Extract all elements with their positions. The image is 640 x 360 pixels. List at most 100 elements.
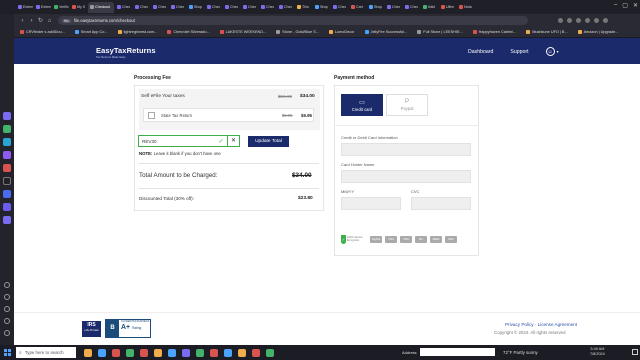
back-icon[interactable]: ‹ [18, 18, 27, 24]
taskbar-app-icon[interactable] [252, 348, 260, 357]
taskbar-search[interactable]: ⌕ Type here to search [16, 347, 76, 358]
browser-tab[interactable]: Chec [277, 2, 294, 13]
bookmark-item[interactable]: Happyhaven Cabrini... [472, 30, 516, 34]
bookmark-item[interactable]: Full Stone | LEESHIE... [417, 30, 463, 34]
sidebar-app-icon[interactable] [3, 216, 11, 224]
browser-tab[interactable]: Chec [385, 2, 402, 13]
paypal-tab[interactable]: P Paypal [386, 94, 428, 116]
browser-tab[interactable]: Extensio [16, 2, 33, 13]
browser-tab[interactable]: Shop [367, 2, 384, 13]
browser-tab[interactable]: Verific [52, 2, 69, 13]
browser-tab[interactable]: Nota [457, 2, 474, 13]
taskbar-app-icon[interactable] [168, 348, 176, 357]
state-return-checkbox[interactable] [148, 112, 155, 119]
sidebar-app-icon[interactable] [3, 138, 11, 146]
credit-card-tab[interactable]: ▭ Credit card [341, 94, 383, 116]
browser-tab[interactable]: Chec [223, 2, 240, 13]
bookmark-item[interactable]: LumoDecor [328, 30, 355, 34]
browser-tab[interactable]: Chec [241, 2, 258, 13]
taskbar-app-icon[interactable] [210, 348, 218, 357]
sidebar-app-icon[interactable] [3, 125, 11, 133]
taskbar-app-icon[interactable] [98, 348, 106, 357]
chevron-down-icon[interactable]: ▾ [557, 49, 559, 54]
bookmark-item[interactable]: Smart App Co... [74, 30, 108, 34]
notification-icon[interactable] [632, 349, 638, 355]
taskbar-address-input[interactable] [419, 348, 495, 356]
update-total-button[interactable]: Update Total [248, 136, 289, 147]
browser-tab[interactable]: Chec [169, 2, 186, 13]
bookmark-item[interactable]: lightreginvest.com... [117, 30, 157, 34]
taskbar-app-icon[interactable] [196, 348, 204, 357]
extension-icon[interactable] [594, 18, 599, 23]
taskbar-app-icon[interactable] [84, 348, 92, 357]
card-number-input[interactable] [341, 143, 471, 156]
taskbar-app-icon[interactable] [126, 348, 134, 357]
browser-tab[interactable]: Shop [313, 2, 330, 13]
url-input[interactable]: fttc file.easytaxreturns.com/checkout [58, 16, 528, 25]
taskbar-app-icon[interactable] [140, 348, 148, 357]
expiry-input[interactable] [341, 197, 401, 210]
site-logo[interactable]: EasyTaxReturns Tax Returns Made Easy [96, 46, 156, 59]
reload-icon[interactable]: ↻ [36, 17, 45, 24]
browser-tab[interactable]: Checkout [88, 1, 114, 13]
browser-tab[interactable]: Shop [187, 2, 204, 13]
sidebar-app-icon[interactable] [3, 203, 11, 211]
bookmark-item[interactable]: Amazon | Upgrade... [577, 30, 618, 34]
extension-icon[interactable] [567, 18, 572, 23]
browser-tab[interactable]: My S [70, 2, 87, 13]
bookmark-item[interactable]: LAKESTE WEEKEND... [219, 30, 266, 34]
weather-widget[interactable]: 72°F Partly sunny [503, 350, 538, 355]
sidebar-app-icon[interactable] [3, 190, 11, 198]
taskbar-app-icon[interactable] [238, 348, 246, 357]
maximize-icon[interactable]: ▢ [622, 2, 628, 9]
footer-links[interactable]: Privacy Policy · License Agreement [505, 322, 577, 327]
browser-tab[interactable]: Cart [349, 2, 366, 13]
browser-tab[interactable]: Chec [259, 2, 276, 13]
bookmark-item[interactable]: Stone - Gold/Blue S... [276, 30, 319, 34]
extension-icon[interactable] [585, 18, 590, 23]
sidebar-app-icon[interactable] [3, 112, 11, 120]
user-avatar-icon[interactable]: ☺ [545, 47, 555, 56]
taskbar-app-icon[interactable] [182, 348, 190, 357]
browser-tab[interactable]: Chec [205, 2, 222, 13]
cvc-input[interactable] [411, 197, 471, 210]
browser-tab[interactable]: Ultim [439, 2, 456, 13]
taskbar-app-icon[interactable] [224, 348, 232, 357]
browser-tab[interactable]: This [295, 2, 312, 13]
taskbar-app-icon[interactable] [266, 348, 274, 357]
bookmark-item[interactable]: Mushkune UFO | B... [526, 30, 568, 34]
nav-support[interactable]: Support [510, 49, 528, 55]
bookmark-item[interactable]: JellyFire Successful... [364, 30, 407, 34]
forward-icon[interactable]: › [27, 18, 36, 24]
extension-icon[interactable] [558, 18, 563, 23]
sidebar-app-icon[interactable] [3, 164, 11, 172]
taskbar-app-icon[interactable] [112, 348, 120, 357]
promo-code-input[interactable] [139, 136, 215, 146]
clear-promo-icon[interactable]: ✕ [227, 136, 239, 146]
browser-tab[interactable]: Chec [403, 2, 420, 13]
history-icon[interactable] [4, 294, 10, 300]
settings-icon[interactable] [4, 318, 10, 324]
bbb-rating-badge[interactable]: B ACCREDITED BUSINESS A+ Rating [105, 319, 151, 338]
taskbar-app-icon[interactable] [154, 348, 162, 357]
sidebar-app-icon[interactable] [3, 151, 11, 159]
bookmark-item[interactable]: Chevrolet Silverado... [167, 30, 210, 34]
extension-icon[interactable] [603, 18, 608, 23]
sidebar-app-icon[interactable] [3, 177, 11, 185]
browser-tab[interactable]: Kábl [421, 2, 438, 13]
browser-tab[interactable]: Chec [115, 2, 132, 13]
system-clock[interactable]: 3:49 AM 7/8/2024 [590, 347, 605, 357]
card-holder-input[interactable] [341, 170, 471, 183]
minimize-icon[interactable]: – [614, 2, 617, 9]
bookmark-item[interactable]: CRVfinder s addiDou... [20, 30, 65, 34]
browser-tab[interactable]: Chec [151, 2, 168, 13]
close-icon[interactable]: ✕ [633, 2, 638, 9]
more-icon[interactable] [4, 330, 10, 336]
browser-tab[interactable]: Extensio [34, 2, 51, 13]
state-return-option[interactable]: State Tax Return $9.95 $5.95 [143, 108, 314, 122]
download-icon[interactable] [4, 306, 10, 312]
windows-start-icon[interactable] [4, 349, 11, 356]
home-icon[interactable]: ⌂ [45, 18, 54, 24]
browser-tab[interactable]: Chec [331, 2, 348, 13]
heart-icon[interactable] [4, 282, 10, 288]
